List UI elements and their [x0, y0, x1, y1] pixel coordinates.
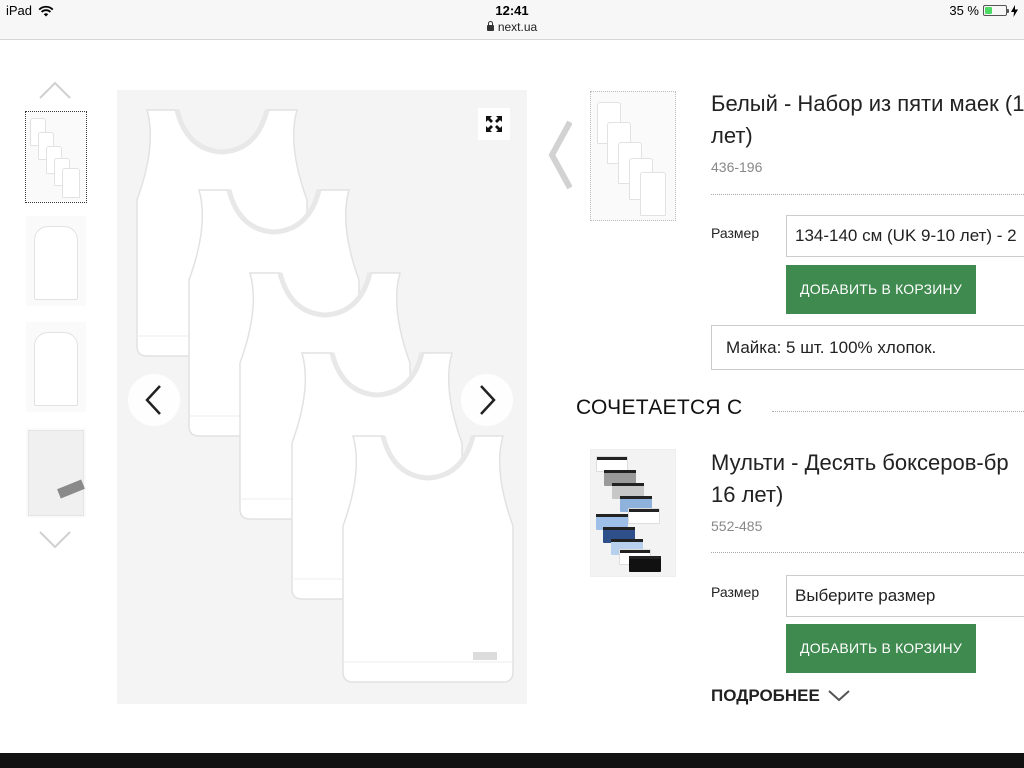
battery-percent: 35 %: [949, 3, 979, 18]
more-details-label: ПОДРОБНЕЕ: [711, 686, 820, 705]
panel-chevron-left-icon[interactable]: [548, 120, 572, 190]
url-text: next.ua: [497, 20, 538, 34]
related-divider: [711, 552, 1024, 553]
related-add-to-cart-button[interactable]: ДОБАВИТЬ В КОРЗИНУ: [786, 624, 976, 673]
size-select[interactable]: 134-140 см (UK 9-10 лет) - 2: [786, 215, 1024, 257]
product-title-line-1: Белый - Набор из пяти маек (1: [711, 91, 1024, 116]
product-thumbnail[interactable]: [590, 91, 676, 221]
chevron-left-icon: [145, 385, 161, 415]
lock-icon: [486, 21, 494, 31]
thumbnail-4[interactable]: [26, 428, 86, 518]
more-details-link[interactable]: ПОДРОБНЕЕ: [711, 686, 850, 706]
thumbnail-3[interactable]: [26, 322, 86, 412]
related-size-select[interactable]: Выберите размер: [786, 575, 1024, 617]
chevron-up-icon[interactable]: [38, 80, 72, 100]
previous-image-button[interactable]: [128, 374, 180, 426]
chevron-down-icon[interactable]: [38, 530, 72, 550]
clock: 12:41: [495, 3, 529, 18]
related-title[interactable]: Мульти - Десять боксеров-бр 16 лет): [711, 447, 1024, 511]
related-title-line-1: Мульти - Десять боксеров-бр: [711, 450, 1009, 475]
related-size-label: Размер: [711, 584, 760, 600]
related-thumbnail[interactable]: [590, 449, 676, 577]
product-title-line-2: лет): [711, 123, 753, 148]
related-heading: СОЧЕТАЕТСЯ С: [576, 396, 743, 419]
thumbnail-2[interactable]: [26, 216, 86, 306]
battery-icon: [983, 5, 1009, 16]
size-label: Размер: [711, 225, 760, 241]
status-bar: iPad 12:41 next.ua 35 %: [0, 0, 1024, 40]
expand-icon: [486, 116, 502, 132]
product-description: Майка: 5 шт. 100% хлопок.: [711, 325, 1024, 370]
chevron-right-icon: [480, 385, 496, 415]
status-right: 35 %: [949, 3, 1018, 18]
charging-icon: [1011, 4, 1018, 17]
add-to-cart-button[interactable]: ДОБАВИТЬ В КОРЗИНУ: [786, 265, 976, 314]
thumbnail-1[interactable]: [25, 111, 87, 203]
product-title[interactable]: Белый - Набор из пяти маек (1 лет): [711, 88, 1024, 152]
expand-image-button[interactable]: [478, 108, 510, 140]
heading-divider: [772, 411, 1024, 412]
address-bar[interactable]: next.ua: [0, 20, 1024, 34]
bottom-toolbar: [0, 753, 1024, 768]
next-image-button[interactable]: [461, 374, 513, 426]
related-code: 552-485: [711, 518, 763, 534]
divider: [711, 194, 1024, 195]
battery-fill: [985, 7, 992, 14]
related-title-line-2: 16 лет): [711, 482, 784, 507]
product-code: 436-196: [711, 159, 763, 175]
chevron-down-icon: [828, 690, 850, 702]
